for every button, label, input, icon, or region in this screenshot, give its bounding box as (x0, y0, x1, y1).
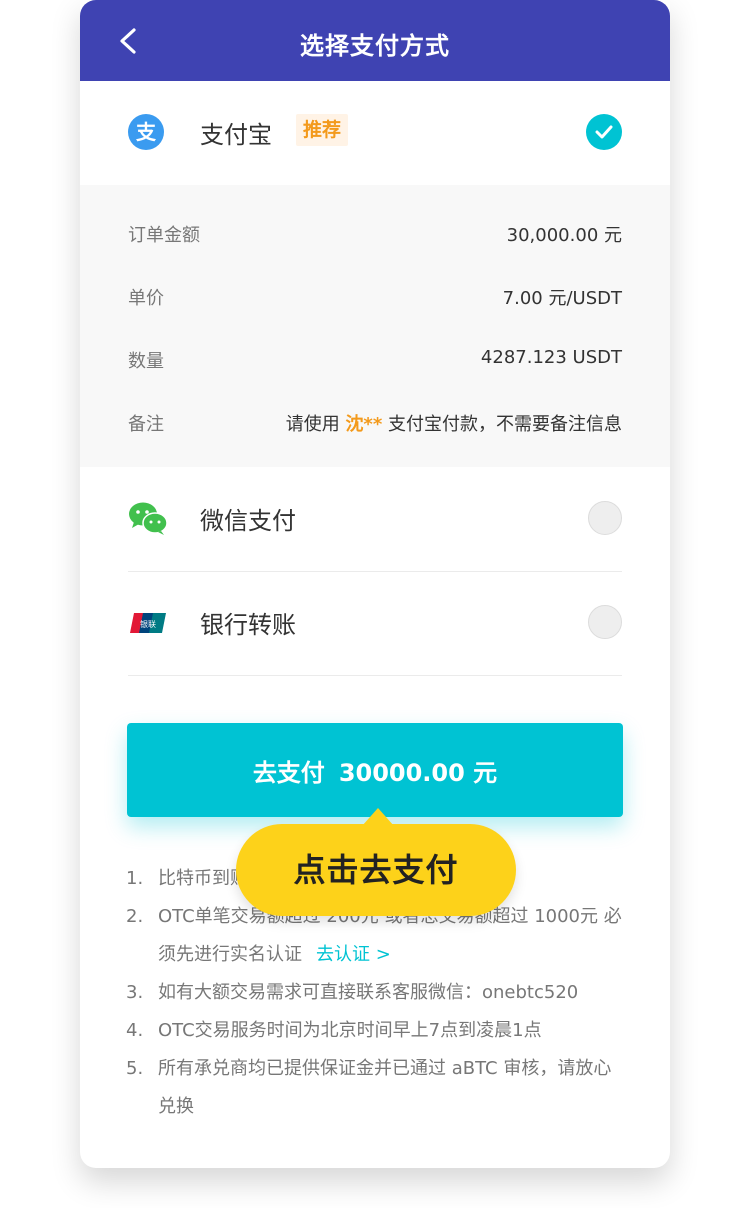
callout-bubble: 点击去支付 (236, 808, 516, 916)
detail-value: 4287.123 USDT (480, 347, 622, 368)
detail-value: 30,000.00 元 (506, 225, 622, 246)
note-number: 2. (126, 906, 144, 927)
note-number: 3. (126, 982, 144, 1003)
remark-key: 备注 (128, 414, 164, 435)
svg-text:支: 支 (136, 120, 157, 144)
recommend-badge: 推荐 (296, 114, 349, 146)
detail-row: 订单金额 30,000.00 元 (128, 221, 622, 251)
selected-check-icon[interactable] (586, 114, 622, 150)
payment-option-bank[interactable]: 银联 银行转账 (80, 571, 670, 675)
payer-name: 沈** (345, 414, 383, 435)
note-number: 4. (126, 1020, 144, 1041)
verify-link[interactable]: 去认证 > (316, 944, 391, 965)
svg-text:银联: 银联 (140, 619, 156, 629)
radio-button[interactable] (588, 501, 622, 535)
pay-button-amount: 30000.00 元 (338, 758, 498, 787)
radio-button[interactable] (588, 605, 622, 639)
page-title: 选择支付方式 (300, 32, 450, 60)
note-number: 5. (126, 1058, 144, 1079)
note-text: 比特币到账 (158, 868, 248, 889)
detail-key: 订单金额 (128, 225, 200, 246)
detail-value: 7.00 元/USDT (502, 288, 622, 309)
payment-screen: 选择支付方式 支 支付宝 推荐 订单金额 30,000.00 元 单价 7.00… (80, 0, 670, 1168)
pay-button[interactable]: 去支付 30000.00 元 (127, 723, 623, 817)
list-item: 4. OTC交易服务时间为北京时间早上7点到凌晨1点 (126, 1012, 626, 1050)
list-item: 5. 所有承兑商均已提供保证金并已通过 aBTC 审核，请放心兑换 (126, 1050, 626, 1126)
note-number: 1. (126, 868, 144, 889)
remark-row: 备注 请使用 沈** 支付宝付款，不需要备注信息 (128, 410, 622, 440)
wechat-icon (129, 502, 168, 535)
unionpay-icon: 银联 (130, 613, 166, 633)
note-text: OTC交易服务时间为北京时间早上7点到凌晨1点 (158, 1020, 542, 1041)
detail-row: 单价 7.00 元/USDT (128, 284, 622, 314)
payment-option-wechat[interactable]: 微信支付 (80, 467, 670, 571)
divider (128, 675, 622, 676)
header-bar: 选择支付方式 (80, 0, 670, 81)
list-item: 3. 如有大额交易需求可直接联系客服微信：onebtc520 (126, 974, 626, 1012)
wechat-label: 微信支付 (200, 507, 296, 535)
bank-label: 银行转账 (200, 611, 296, 639)
pay-button-label: 去支付 (252, 758, 325, 787)
order-details: 订单金额 30,000.00 元 单价 7.00 元/USDT 数量 4287.… (80, 185, 670, 467)
detail-key: 单价 (128, 288, 164, 309)
note-text: 所有承兑商均已提供保证金并已通过 aBTC 审核，请放心兑换 (158, 1058, 612, 1117)
remark-suffix: 支付宝付款，不需要备注信息 (388, 414, 622, 435)
detail-row: 数量 4287.123 USDT (128, 347, 622, 377)
detail-key: 数量 (128, 351, 164, 372)
note-text: 如有大额交易需求可直接联系客服微信：onebtc520 (158, 982, 579, 1003)
alipay-icon: 支 (128, 114, 164, 150)
remark-prefix: 请使用 (285, 414, 340, 435)
alipay-label: 支付宝 (200, 121, 272, 149)
remark-value: 请使用 沈** 支付宝付款，不需要备注信息 (286, 410, 622, 436)
payment-option-alipay[interactable]: 支 支付宝 推荐 (80, 81, 670, 185)
